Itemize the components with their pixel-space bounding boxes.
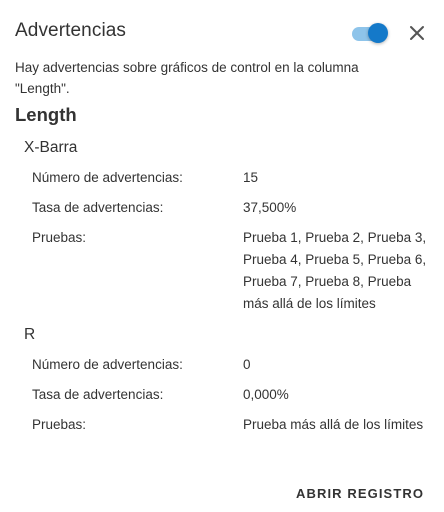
chart-name-xbar: X-Barra bbox=[24, 139, 78, 156]
toggle-knob bbox=[368, 23, 388, 43]
chart-name-r: R bbox=[24, 326, 36, 343]
close-icon bbox=[410, 26, 424, 40]
dialog-title: Advertencias bbox=[15, 20, 127, 41]
close-button[interactable] bbox=[406, 22, 428, 44]
warnings-dialog: Advertencias Hay advertencias sobre gráf… bbox=[0, 0, 444, 512]
row-label-tests: Pruebas: bbox=[32, 230, 87, 245]
row-label-warning-rate: Tasa de advertencias: bbox=[32, 200, 164, 215]
row-value-warning-rate: 0,000% bbox=[243, 387, 289, 402]
row-label-tests: Pruebas: bbox=[32, 417, 87, 432]
dialog-header: Advertencias bbox=[15, 19, 430, 47]
row-value-warning-count: 15 bbox=[243, 170, 259, 185]
column-title: Length bbox=[15, 104, 77, 125]
row-label-warning-count: Número de advertencias: bbox=[32, 170, 183, 185]
row-label-warning-count: Número de advertencias: bbox=[32, 357, 183, 372]
warnings-toggle[interactable] bbox=[350, 22, 390, 44]
row-label-warning-rate: Tasa de advertencias: bbox=[32, 387, 164, 402]
row-value-tests: Prueba más allá de los límites bbox=[243, 417, 424, 432]
row-value-warning-rate: 37,500% bbox=[243, 200, 297, 215]
open-log-button[interactable]: ABRIR REGISTRO bbox=[296, 486, 424, 501]
row-value-tests: Prueba 1, Prueba 2, Prueba 3, Prueba 4, … bbox=[243, 230, 427, 311]
row-value-warning-count: 0 bbox=[243, 357, 251, 372]
warning-message: Hay advertencias sobre gráficos de contr… bbox=[15, 60, 359, 96]
